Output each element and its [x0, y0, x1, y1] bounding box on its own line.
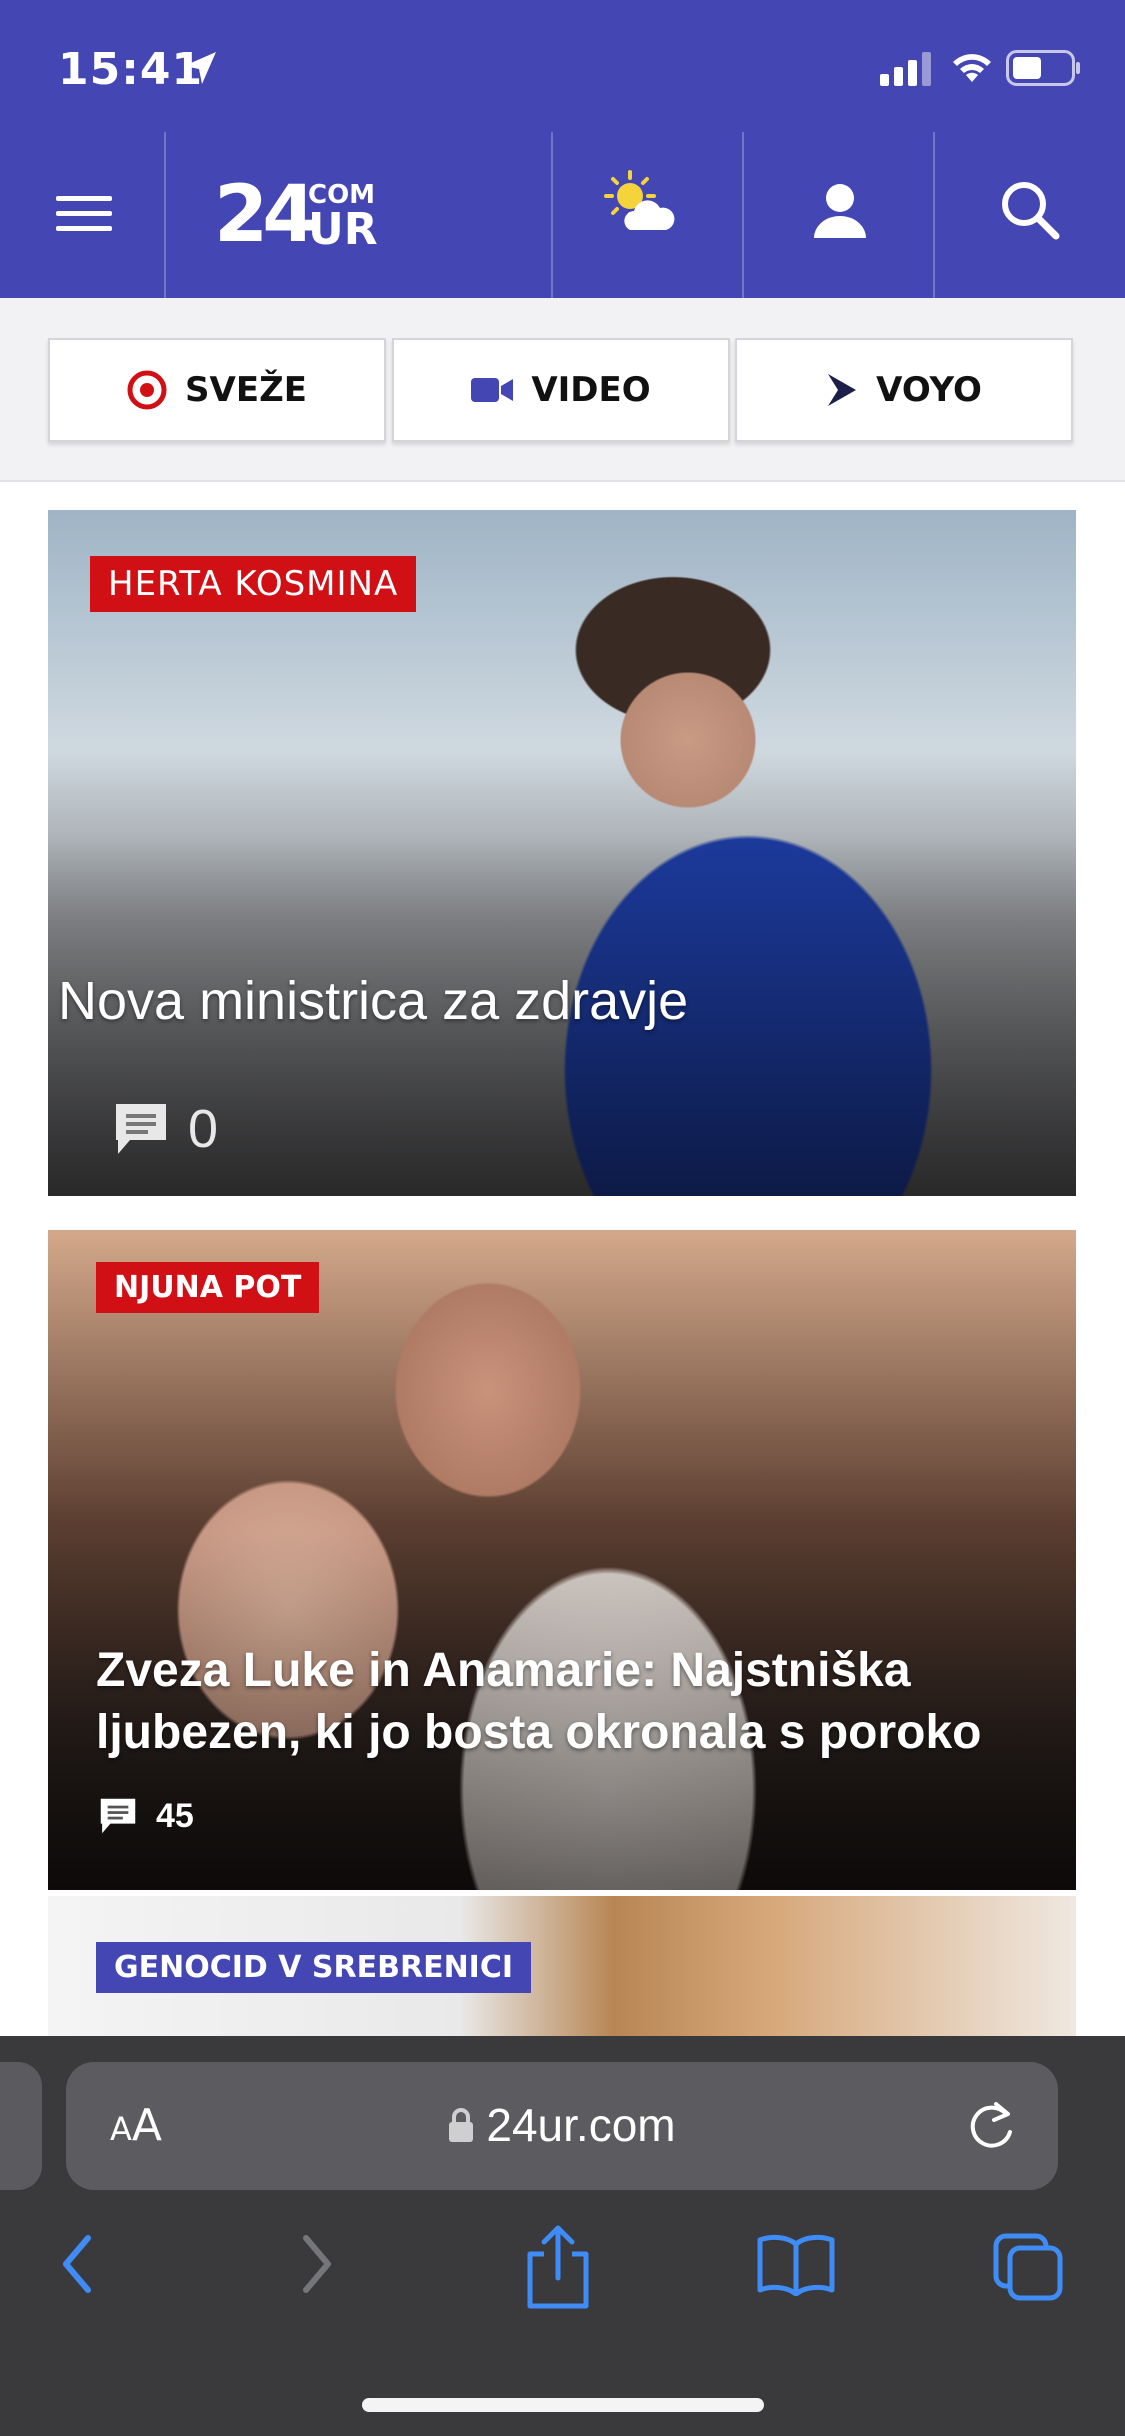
comment-count-value: 45: [156, 1796, 194, 1835]
tab-video-label: VIDEO: [531, 370, 651, 410]
comment-count[interactable]: 0: [112, 1098, 218, 1160]
search-icon: [1002, 182, 1060, 240]
site-header: 15:41 24 COM UR: [0, 0, 1125, 298]
battery-icon: [1006, 50, 1080, 86]
article-headline: Zveza Luke in Anamarie: Najstniška ljube…: [96, 1644, 982, 1759]
tab-sveze-label: SVEŽE: [185, 370, 307, 410]
comment-icon: [100, 1798, 136, 1834]
article-tag: HERTA KOSMINA: [90, 556, 417, 612]
back-icon[interactable]: [58, 2232, 98, 2296]
tab-video[interactable]: VIDEO: [392, 338, 730, 442]
address-bar[interactable]: AA 24ur.com: [66, 2062, 1058, 2190]
header-divider: [551, 132, 553, 298]
url-text: 24ur.com: [486, 2099, 676, 2151]
article-card[interactable]: GENOCID V SREBRENICI: [48, 1896, 1076, 2036]
video-camera-icon: [471, 378, 514, 402]
bookmarks-icon[interactable]: [756, 2232, 836, 2296]
header-divider: [933, 132, 935, 298]
forward-icon[interactable]: [296, 2232, 336, 2296]
browser-toolbar: AA 24ur.com: [0, 2036, 1125, 2436]
tab-voyo[interactable]: VOYO: [735, 338, 1073, 442]
article-headline: Nova ministrica za zdravje: [58, 971, 689, 1031]
lock-icon: [449, 2108, 474, 2142]
logo-ur: UR: [308, 204, 378, 255]
comment-icon: [116, 1104, 166, 1154]
user-icon: [814, 184, 866, 238]
target-icon: [127, 370, 167, 410]
search-button[interactable]: [980, 172, 1080, 252]
tab-voyo-label: VOYO: [876, 370, 982, 410]
logo-number: 24: [214, 170, 317, 260]
location-arrow-icon: [184, 52, 216, 84]
weather-button[interactable]: [600, 170, 700, 250]
share-icon[interactable]: [522, 2224, 594, 2310]
tabs-overview-icon[interactable]: [992, 2232, 1064, 2302]
article-card[interactable]: HERTA KOSMINA Nova ministrica za zdravje…: [48, 510, 1076, 1196]
cellular-signal-icon: [880, 52, 931, 86]
url-display[interactable]: 24ur.com: [66, 2098, 1058, 2152]
article-tag: NJUNA POT: [96, 1262, 320, 1313]
previous-tab-preview[interactable]: [0, 2062, 42, 2190]
home-indicator: [362, 2398, 764, 2412]
site-logo[interactable]: 24 COM UR: [214, 170, 384, 260]
account-button[interactable]: [790, 172, 890, 252]
header-divider: [742, 132, 744, 298]
play-arrow-icon: [828, 374, 857, 406]
article-tag: GENOCID V SREBRENICI: [96, 1942, 532, 1993]
comment-count-value: 0: [188, 1099, 219, 1159]
reload-icon[interactable]: [962, 2094, 1020, 2154]
hamburger-menu-icon: [56, 196, 112, 231]
header-divider: [164, 132, 166, 298]
menu-button[interactable]: [36, 160, 132, 270]
sun-cloud-icon: [604, 170, 675, 230]
article-card[interactable]: NJUNA POT Zveza Luke in Anamarie: Najstn…: [48, 1230, 1076, 1890]
tab-sveze[interactable]: SVEŽE: [48, 338, 386, 442]
wifi-icon: [953, 54, 991, 82]
comment-count[interactable]: 45: [98, 1796, 194, 1836]
category-tabs: SVEŽE VIDEO VOYO: [0, 298, 1125, 482]
